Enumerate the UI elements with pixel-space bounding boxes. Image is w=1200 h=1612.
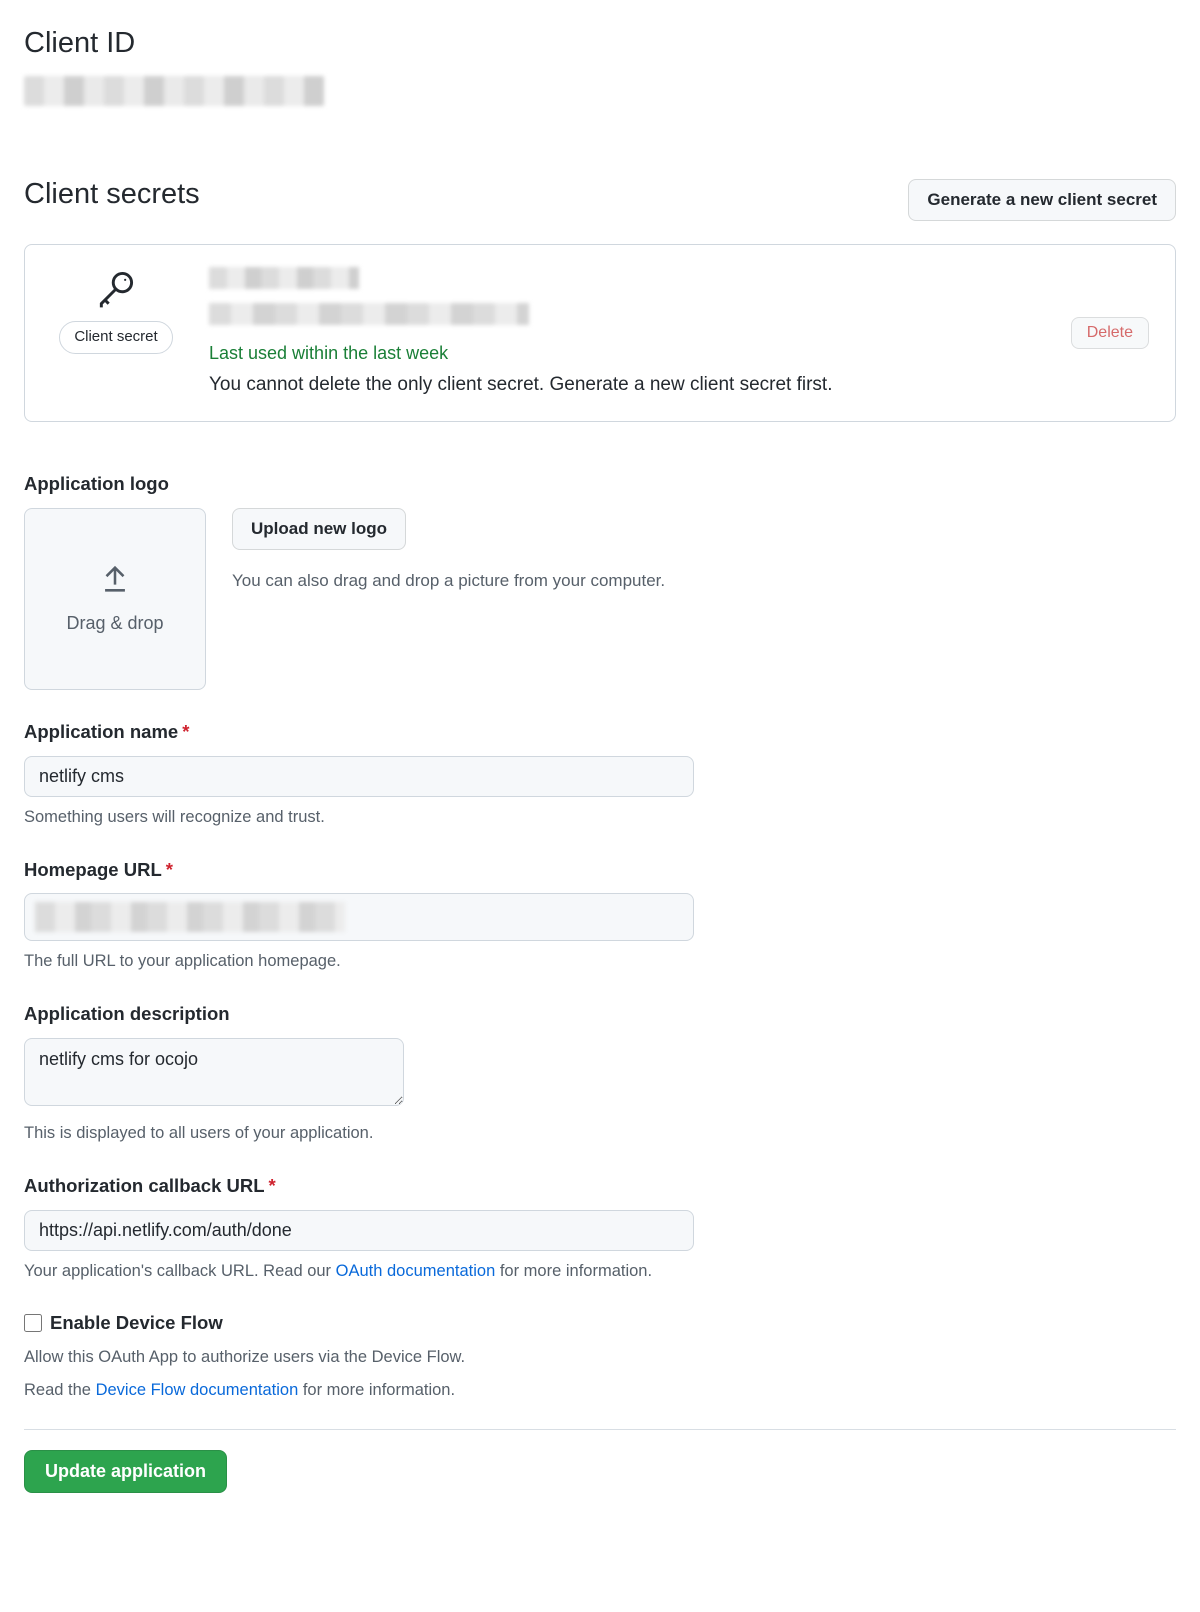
logo-drop-zone[interactable]: Drag & drop bbox=[24, 508, 206, 690]
required-asterisk: * bbox=[182, 721, 189, 742]
device-flow-help2-suffix: for more information. bbox=[298, 1381, 455, 1399]
client-secret-pill: Client secret bbox=[59, 321, 172, 354]
application-description-group: Application description This is displaye… bbox=[24, 1000, 1176, 1146]
homepage-url-label: Homepage URL* bbox=[24, 856, 1176, 884]
homepage-url-input[interactable] bbox=[24, 893, 694, 941]
generate-client-secret-button[interactable]: Generate a new client secret bbox=[908, 179, 1176, 221]
application-name-input[interactable] bbox=[24, 756, 694, 797]
homepage-url-group: Homepage URL* The full URL to your appli… bbox=[24, 856, 1176, 975]
delete-secret-button[interactable]: Delete bbox=[1071, 317, 1149, 349]
secret-last-used: Last used within the last week bbox=[209, 340, 1043, 367]
secret-value-redacted-2 bbox=[209, 303, 529, 325]
required-asterisk: * bbox=[166, 859, 173, 880]
application-name-label: Application name* bbox=[24, 718, 1176, 746]
device-flow-documentation-link[interactable]: Device Flow documentation bbox=[96, 1381, 299, 1399]
secret-no-delete-msg: You cannot delete the only client secret… bbox=[209, 371, 1043, 400]
drop-zone-label: Drag & drop bbox=[66, 610, 163, 637]
application-name-help: Something users will recognize and trust… bbox=[24, 805, 1176, 830]
update-application-button[interactable]: Update application bbox=[24, 1450, 227, 1493]
required-asterisk: * bbox=[269, 1175, 276, 1196]
device-flow-group: Enable Device Flow Allow this OAuth App … bbox=[24, 1309, 1176, 1402]
device-flow-help1: Allow this OAuth App to authorize users … bbox=[24, 1345, 1176, 1370]
homepage-url-help: The full URL to your application homepag… bbox=[24, 949, 1176, 974]
device-flow-help2: Read the Device Flow documentation for m… bbox=[24, 1378, 1176, 1403]
enable-device-flow-checkbox[interactable] bbox=[24, 1314, 42, 1332]
callback-url-label: Authorization callback URL* bbox=[24, 1172, 1176, 1200]
application-name-group: Application name* Something users will r… bbox=[24, 718, 1176, 830]
callback-url-help: Your application's callback URL. Read ou… bbox=[24, 1259, 1176, 1284]
oauth-documentation-link[interactable]: OAuth documentation bbox=[336, 1262, 496, 1280]
client-secret-card: Client secret Last used within the last … bbox=[24, 244, 1176, 422]
homepage-url-label-text: Homepage URL bbox=[24, 859, 162, 880]
client-secrets-heading: Client secrets bbox=[24, 173, 200, 217]
upload-logo-button[interactable]: Upload new logo bbox=[232, 508, 406, 550]
application-description-help: This is displayed to all users of your a… bbox=[24, 1121, 1176, 1146]
client-id-heading: Client ID bbox=[24, 22, 1176, 66]
callback-url-input[interactable] bbox=[24, 1210, 694, 1251]
secret-value-redacted-1 bbox=[209, 267, 359, 289]
callback-help-prefix: Your application's callback URL. Read ou… bbox=[24, 1262, 336, 1280]
form-divider bbox=[24, 1429, 1176, 1430]
client-id-value-redacted bbox=[24, 76, 324, 106]
enable-device-flow-label: Enable Device Flow bbox=[50, 1309, 223, 1337]
callback-help-suffix: for more information. bbox=[495, 1262, 652, 1280]
upload-icon bbox=[98, 562, 132, 596]
application-logo-section: Application logo Drag & drop Upload new … bbox=[24, 470, 1176, 690]
application-description-label: Application description bbox=[24, 1000, 1176, 1028]
key-icon bbox=[94, 267, 138, 311]
logo-drop-hint: You can also drag and drop a picture fro… bbox=[232, 568, 1176, 594]
application-name-label-text: Application name bbox=[24, 721, 178, 742]
client-secrets-section: Client secrets Generate a new client sec… bbox=[24, 173, 1176, 423]
homepage-url-value-redacted bbox=[35, 902, 345, 932]
callback-url-group: Authorization callback URL* Your applica… bbox=[24, 1172, 1176, 1284]
client-id-section: Client ID bbox=[24, 22, 1176, 113]
device-flow-help2-prefix: Read the bbox=[24, 1381, 96, 1399]
application-description-input[interactable] bbox=[24, 1038, 404, 1106]
application-logo-label: Application logo bbox=[24, 470, 1176, 498]
callback-url-label-text: Authorization callback URL bbox=[24, 1175, 265, 1196]
